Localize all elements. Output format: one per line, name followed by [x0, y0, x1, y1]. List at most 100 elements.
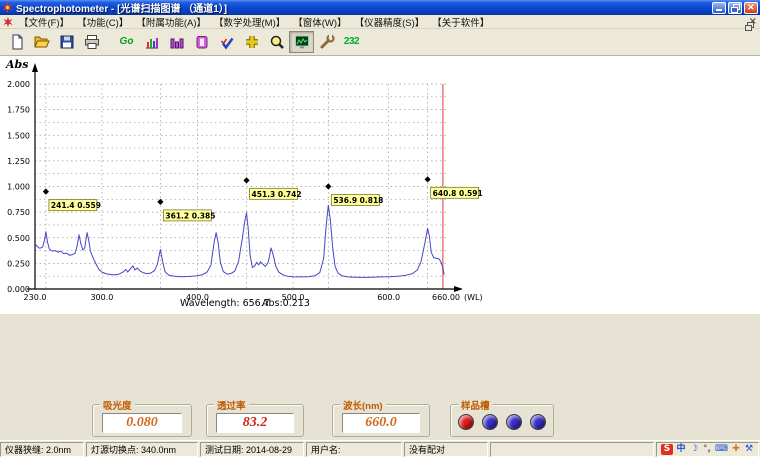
svg-text:660.00: 660.00 [432, 293, 460, 302]
svg-text:Wavelength: 656.7: Wavelength: 656.7 [180, 298, 270, 309]
window-title: Spectrophotometer - [光谱扫描图谱 （通道1）] [16, 0, 712, 15]
minimize-button[interactable] [712, 2, 726, 14]
status-test-date: 测试日期: 2014-08-29 [200, 442, 304, 457]
svg-text:230.0: 230.0 [24, 293, 47, 302]
lang-chinese-icon[interactable]: 中 [676, 444, 686, 455]
svg-text:0.750: 0.750 [7, 208, 30, 217]
status-slit: 仪器狭缝: 2.0nm [0, 442, 84, 457]
setup-button[interactable] [314, 31, 339, 53]
scan-view-button[interactable] [289, 31, 314, 53]
toolbar: Go [0, 29, 760, 56]
printer-icon [84, 34, 100, 50]
transmittance-value: 83.2 [243, 415, 268, 431]
sample-cell-group: 样品槽 [450, 404, 554, 437]
menu-accessory[interactable]: 【附属功能(A)】 [132, 15, 210, 29]
title-bar: Spectrophotometer - [光谱扫描图谱 （通道1）] × [0, 0, 760, 15]
app-window: Spectrophotometer - [光谱扫描图谱 （通道1）] × 【文件… [0, 0, 760, 457]
svg-text:640.8 0.591: 640.8 0.591 [433, 188, 483, 197]
rs232-icon: 232 [344, 36, 359, 47]
sample-cell-1[interactable] [458, 414, 474, 430]
svg-text:536.9 0.818: 536.9 0.818 [333, 196, 383, 205]
wavelength-group: 波长(nm) 660.0 [332, 404, 430, 437]
spectrum-chart[interactable]: 0.0000.2500.5000.7501.0001.2501.5001.750… [0, 56, 760, 314]
chart-area: 0.0000.2500.5000.7501.0001.2501.5001.750… [0, 56, 760, 314]
document-icon [3, 17, 13, 27]
save-floppy-icon [59, 34, 75, 50]
checkmark-icon [219, 34, 235, 50]
menu-about[interactable]: 【关于软件】 [428, 15, 493, 29]
mdi-window-controls: × [741, 16, 757, 27]
svg-text:2.000: 2.000 [7, 80, 30, 89]
svg-text:451.3 0.742: 451.3 0.742 [252, 190, 302, 199]
transmittance-label: 透过率 [214, 398, 249, 412]
wavelength-value: 660.0 [365, 415, 397, 431]
close-button[interactable]: × [744, 2, 758, 14]
comm-232-button[interactable]: 232 [339, 31, 364, 53]
fullwidth-moon-icon[interactable]: ☽ [689, 444, 699, 455]
histogram-icon [144, 34, 160, 50]
go-button[interactable]: Go [114, 31, 139, 53]
magnifier-icon [269, 34, 285, 50]
ime-logo-icon[interactable]: S [661, 444, 673, 455]
svg-text:600.0: 600.0 [377, 293, 400, 302]
svg-text:(WL): (WL) [464, 293, 483, 302]
status-empty [490, 442, 654, 457]
svg-text:1.000: 1.000 [7, 182, 30, 191]
svg-text:Abs:0.213: Abs:0.213 [262, 298, 310, 309]
sample-cell-4[interactable] [530, 414, 546, 430]
absorbance-group: 吸光度 0.080 [92, 404, 192, 437]
system-tray: S 中 ☽ °, ⌨ ✚ ⚒ [656, 442, 759, 457]
toolbox-icon[interactable]: ✚ [731, 444, 741, 455]
wavelength-value-box: 660.0 [342, 413, 420, 433]
punctuation-icon[interactable]: °, [702, 444, 712, 455]
settings-wrench-icon[interactable]: ⚒ [744, 444, 754, 455]
sample-cell-2[interactable] [482, 414, 498, 430]
cell-holder-icon [194, 34, 210, 50]
svg-text:300.0: 300.0 [90, 293, 113, 302]
sample-cell-3[interactable] [506, 414, 522, 430]
status-lamp-switch: 灯源切换点: 340.0nm [86, 442, 198, 457]
status-bar: 仪器狭缝: 2.0nm 灯源切换点: 340.0nm 测试日期: 2014-08… [0, 440, 760, 457]
new-file-icon [9, 34, 25, 50]
open-button[interactable] [29, 31, 54, 53]
scan-screen-icon [294, 34, 310, 50]
wavelength-label: 波长(nm) [340, 398, 386, 412]
zoom-button[interactable] [264, 31, 289, 53]
absorbance-label: 吸光度 [100, 398, 135, 412]
svg-text:241.4 0.559: 241.4 0.559 [51, 201, 101, 210]
verify-button[interactable] [214, 31, 239, 53]
new-button[interactable] [4, 31, 29, 53]
sample-cell-label: 样品槽 [458, 398, 493, 412]
absorbance-value: 0.080 [126, 415, 158, 431]
window-controls: × [712, 2, 758, 14]
save-button[interactable] [54, 31, 79, 53]
menu-window[interactable]: 【窗体(W)】 [289, 15, 350, 29]
menu-file[interactable]: 【文件(F)】 [15, 15, 73, 29]
menu-bar: 【文件(F)】 【功能(C)】 【附属功能(A)】 【数学处理(M)】 【窗体(… [0, 15, 760, 29]
quantitative-button[interactable] [164, 31, 189, 53]
transmittance-value-box: 83.2 [216, 413, 294, 433]
print-button[interactable] [79, 31, 104, 53]
menu-math[interactable]: 【数学处理(M)】 [210, 15, 289, 29]
wrench-icon [319, 34, 335, 50]
sample-cell-button[interactable] [189, 31, 214, 53]
energy-scan-button[interactable] [139, 31, 164, 53]
sample-cell-indicators [451, 414, 553, 430]
status-username: 用户名: [306, 442, 402, 457]
crosshair-button[interactable] [239, 31, 264, 53]
svg-text:Abs: Abs [5, 58, 28, 71]
menu-precision[interactable]: 【仪器精度(S)】 [351, 15, 429, 29]
restore-button[interactable] [728, 2, 742, 14]
open-folder-icon [34, 34, 50, 50]
menu-function[interactable]: 【功能(C)】 [73, 15, 132, 29]
transmittance-group: 透过率 83.2 [206, 404, 304, 437]
absorbance-value-box: 0.080 [102, 413, 182, 433]
svg-text:1.750: 1.750 [7, 105, 30, 114]
svg-text:0.250: 0.250 [7, 259, 30, 268]
soft-keyboard-icon[interactable]: ⌨ [715, 444, 728, 455]
workspace-background [0, 314, 760, 397]
app-icon [2, 2, 13, 13]
go-icon: Go [120, 36, 134, 47]
purple-bars-icon [169, 34, 185, 50]
svg-text:0.500: 0.500 [7, 233, 30, 242]
